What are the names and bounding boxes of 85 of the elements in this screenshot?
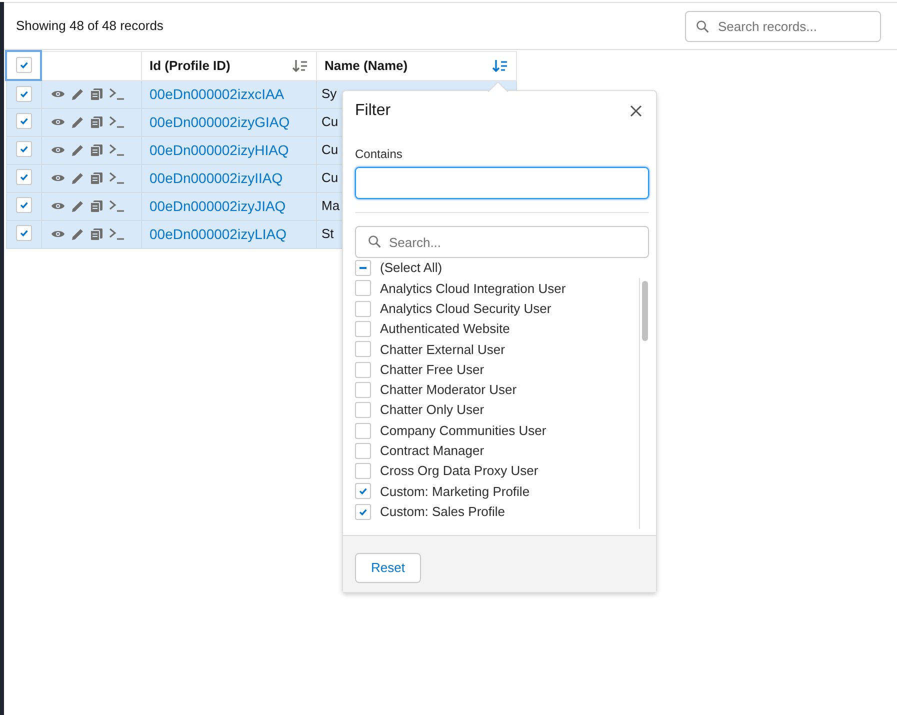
sort-icon[interactable] bbox=[492, 58, 508, 72]
option-label[interactable]: Custom: Sales Profile bbox=[380, 502, 505, 522]
checkbox[interactable] bbox=[16, 169, 32, 186]
check-icon bbox=[18, 116, 28, 126]
terminal-icon[interactable] bbox=[108, 172, 124, 184]
check-icon bbox=[18, 60, 28, 70]
option-label[interactable]: Analytics Cloud Security User bbox=[380, 298, 552, 318]
check-icon bbox=[18, 200, 28, 210]
eye-icon[interactable] bbox=[50, 229, 64, 239]
option-label[interactable]: Chatter Only User bbox=[380, 400, 484, 420]
checkbox[interactable] bbox=[16, 197, 32, 214]
copy-icon[interactable] bbox=[90, 88, 102, 100]
option-label[interactable]: Cross Org Data Proxy User bbox=[380, 461, 538, 481]
copy-icon[interactable] bbox=[90, 200, 102, 212]
table-cell: Cu bbox=[322, 170, 338, 186]
checkbox[interactable] bbox=[16, 113, 32, 130]
check-icon bbox=[358, 506, 368, 517]
terminal-icon[interactable] bbox=[108, 88, 124, 100]
table-cell: Cu bbox=[322, 142, 338, 158]
checkbox[interactable] bbox=[355, 382, 371, 398]
popup-title: Filter bbox=[355, 101, 391, 121]
copy-icon[interactable] bbox=[90, 172, 102, 184]
checkbox[interactable] bbox=[355, 463, 371, 480]
checkbox[interactable] bbox=[16, 141, 32, 158]
eye-icon[interactable] bbox=[50, 201, 64, 211]
option-label[interactable]: Contract Manager bbox=[380, 441, 484, 461]
table-cell: Sy bbox=[322, 86, 337, 102]
pencil-icon[interactable] bbox=[70, 144, 84, 156]
option-label[interactable]: Company Communities User bbox=[380, 420, 546, 440]
check-icon bbox=[358, 486, 368, 496]
check-icon bbox=[18, 228, 28, 238]
checkbox[interactable] bbox=[355, 442, 371, 459]
search-field[interactable]: Search records... bbox=[685, 10, 881, 42]
option-label[interactable]: Chatter External User bbox=[380, 340, 505, 360]
option-label[interactable]: Chatter Free User bbox=[380, 360, 484, 380]
search-field[interactable]: Search... bbox=[355, 226, 649, 258]
terminal-icon[interactable] bbox=[108, 228, 124, 240]
table-cell: Ma bbox=[322, 198, 340, 214]
check-icon bbox=[18, 144, 28, 154]
table-cell: Cu bbox=[322, 114, 338, 130]
checkbox[interactable] bbox=[355, 422, 371, 439]
eye-icon[interactable] bbox=[50, 145, 64, 155]
option-label[interactable]: (Select All) bbox=[380, 258, 442, 278]
table-cell: St bbox=[322, 226, 334, 242]
record-count: Showing 48 of 48 records bbox=[16, 17, 164, 36]
pencil-icon[interactable] bbox=[70, 172, 84, 184]
pencil-icon[interactable] bbox=[70, 200, 84, 212]
checkbox[interactable] bbox=[16, 56, 32, 73]
checkbox[interactable] bbox=[355, 504, 371, 520]
field-label: Contains bbox=[355, 146, 404, 163]
terminal-icon[interactable] bbox=[108, 200, 124, 212]
close-button[interactable] bbox=[630, 104, 644, 118]
option-label[interactable]: Authenticated Website bbox=[380, 319, 510, 339]
checkbox[interactable] bbox=[355, 483, 371, 500]
terminal-icon[interactable] bbox=[108, 116, 124, 128]
option-label[interactable]: Custom: Marketing Profile bbox=[380, 482, 530, 502]
eye-icon[interactable] bbox=[50, 173, 64, 183]
checkbox[interactable] bbox=[355, 280, 371, 296]
pencil-icon[interactable] bbox=[70, 116, 84, 128]
option-label[interactable]: Chatter Moderator User bbox=[380, 380, 517, 400]
checkbox[interactable] bbox=[355, 341, 371, 358]
eye-icon[interactable] bbox=[50, 117, 64, 127]
check-icon bbox=[18, 88, 28, 98]
eye-icon[interactable] bbox=[50, 89, 64, 99]
option-label[interactable]: Analytics Cloud Integration User bbox=[380, 278, 566, 298]
checkbox[interactable] bbox=[16, 86, 32, 102]
scrollbar[interactable] bbox=[639, 278, 649, 530]
copy-icon[interactable] bbox=[90, 228, 102, 240]
terminal-icon[interactable] bbox=[108, 144, 124, 156]
checkbox[interactable] bbox=[355, 402, 371, 418]
checkbox[interactable] bbox=[355, 260, 371, 276]
contains-input[interactable] bbox=[355, 167, 649, 199]
copy-icon[interactable] bbox=[90, 144, 102, 156]
check-icon bbox=[18, 172, 28, 182]
sort-icon[interactable] bbox=[292, 58, 308, 72]
checkbox[interactable] bbox=[355, 321, 371, 338]
pencil-icon[interactable] bbox=[70, 228, 84, 240]
search-icon bbox=[696, 20, 709, 32]
checkbox[interactable] bbox=[355, 300, 371, 317]
copy-icon[interactable] bbox=[90, 116, 102, 128]
checkbox[interactable] bbox=[355, 362, 371, 378]
checkbox[interactable] bbox=[16, 225, 32, 242]
reset-button[interactable]: Reset bbox=[355, 553, 421, 583]
search-icon bbox=[368, 235, 381, 248]
pencil-icon[interactable] bbox=[70, 88, 84, 100]
